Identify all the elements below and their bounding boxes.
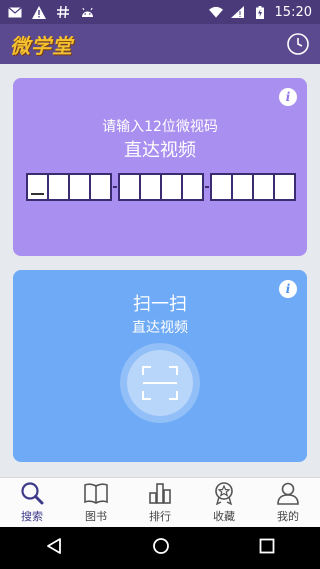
- code-digit-box[interactable]: [91, 175, 110, 199]
- app-bar: 微学堂: [0, 24, 320, 64]
- code-digit-box[interactable]: [254, 175, 273, 199]
- code-digit-box[interactable]: [212, 175, 231, 199]
- tab-label: 收藏: [213, 510, 235, 523]
- video-code-card: i 请输入12位微视码 直达视频: [13, 78, 307, 256]
- android-icon: [80, 5, 94, 19]
- scan-frame-icon: [142, 366, 178, 400]
- code-digit-box[interactable]: [233, 175, 252, 199]
- battery-icon: [253, 5, 267, 19]
- system-nav-bar: [0, 527, 320, 569]
- code-separator: [205, 186, 209, 188]
- code-digit-box[interactable]: [141, 175, 160, 199]
- info-icon[interactable]: i: [279, 88, 297, 106]
- tab-label: 排行: [149, 510, 171, 523]
- code-digit-box[interactable]: [120, 175, 139, 199]
- status-time: 15:20: [274, 4, 312, 20]
- tab-ranking[interactable]: 排行: [128, 478, 192, 527]
- code-separator: [113, 186, 117, 188]
- tab-label: 我的: [277, 510, 299, 523]
- code-digit-box[interactable]: [183, 175, 202, 199]
- signal-icon: [231, 5, 245, 19]
- scan-button-inner[interactable]: [127, 350, 193, 416]
- code-digit-box[interactable]: [28, 175, 47, 199]
- home-icon[interactable]: [152, 537, 170, 559]
- scan-button[interactable]: [120, 343, 200, 423]
- code-digit-box[interactable]: [49, 175, 68, 199]
- book-icon: [84, 483, 108, 504]
- tab-favorites[interactable]: 收藏: [192, 478, 256, 527]
- history-icon[interactable]: [286, 32, 310, 56]
- status-bar: 15:20: [0, 0, 320, 24]
- scan-card: i 扫一扫 直达视频: [13, 270, 307, 462]
- code-digit-box[interactable]: [275, 175, 294, 199]
- scan-subtitle: 直达视频: [132, 320, 188, 336]
- profile-icon: [277, 482, 299, 505]
- bottom-tab-bar: 搜索 图书 排行 收藏 我的: [0, 477, 320, 527]
- code-group-1[interactable]: [26, 173, 112, 201]
- code-prompt: 请输入12位微视码: [102, 119, 218, 135]
- mail-icon: [8, 5, 22, 19]
- ranking-icon: [149, 483, 171, 504]
- search-icon: [21, 482, 44, 505]
- scan-title: 扫一扫: [133, 294, 187, 315]
- warning-icon: [32, 5, 46, 19]
- code-group-2[interactable]: [118, 173, 204, 201]
- tab-search[interactable]: 搜索: [0, 478, 64, 527]
- favorite-badge-icon: [215, 482, 233, 505]
- code-input[interactable]: [26, 173, 296, 201]
- app-logo: 微学堂: [10, 33, 73, 58]
- wifi-icon: [208, 5, 223, 19]
- code-group-3[interactable]: [210, 173, 296, 201]
- recents-icon[interactable]: [259, 538, 275, 558]
- code-digit-box[interactable]: [70, 175, 89, 199]
- tab-label: 图书: [85, 510, 107, 523]
- tab-profile[interactable]: 我的: [256, 478, 320, 527]
- code-digit-box[interactable]: [162, 175, 181, 199]
- hash-icon: [56, 5, 70, 19]
- back-icon[interactable]: [45, 537, 63, 559]
- code-headline: 直达视频: [124, 140, 196, 161]
- tab-books[interactable]: 图书: [64, 478, 128, 527]
- tab-label: 搜索: [21, 510, 43, 523]
